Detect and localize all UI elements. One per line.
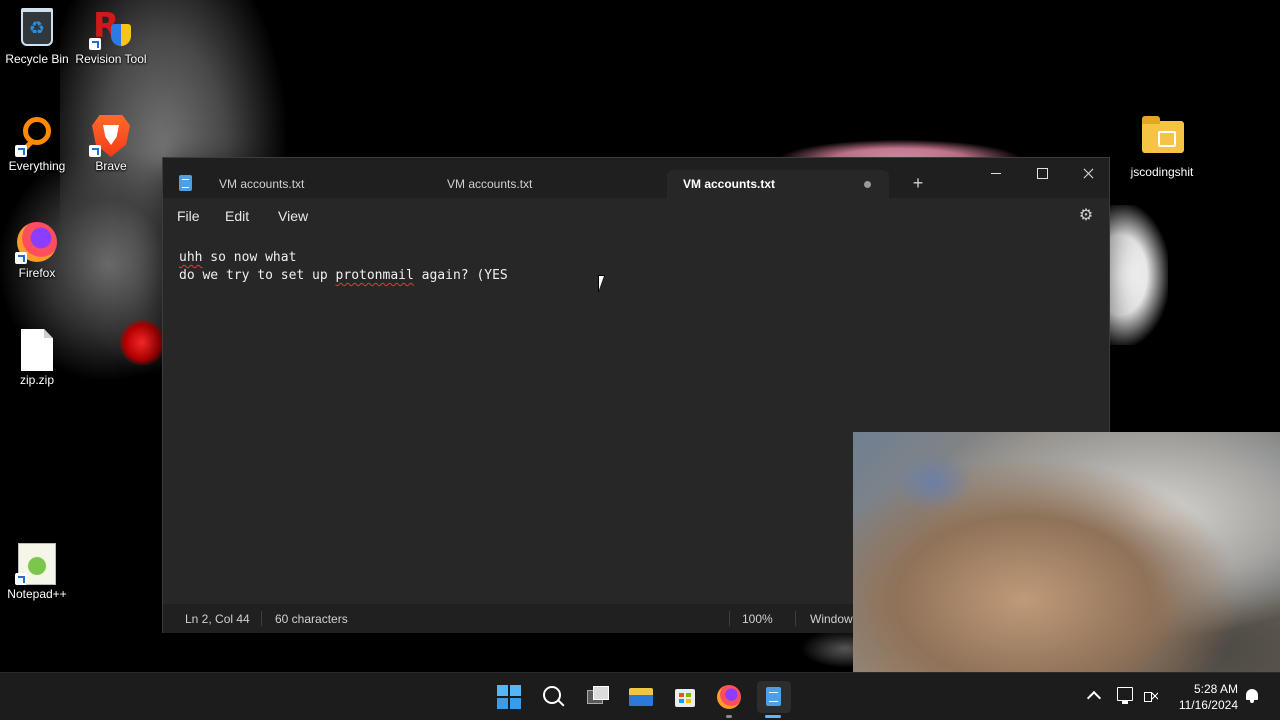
tab-label: VM accounts.txt <box>219 177 305 191</box>
tab-label: VM accounts.txt <box>447 177 533 191</box>
file-explorer-icon[interactable] <box>625 681 657 713</box>
shortcut-arrow-icon <box>89 145 101 157</box>
editor-line-1: uhh so now what <box>179 249 1093 267</box>
clock-time: 5:28 AM <box>1193 682 1238 696</box>
firefox-icon[interactable] <box>713 681 745 713</box>
desktop-icon-label: Recycle Bin <box>5 52 69 66</box>
brave-browser-icon <box>89 115 131 157</box>
chevron-up-icon[interactable] <box>1086 688 1102 704</box>
search-icon[interactable] <box>537 681 569 713</box>
clock[interactable]: 5:28 AM 11/16/2024 <box>1166 681 1238 713</box>
tab-label: VM accounts.txt <box>683 177 776 191</box>
notification-bell-icon[interactable] <box>1245 688 1259 704</box>
firefox-icon <box>15 222 57 264</box>
status-divider <box>795 611 796 626</box>
notepad-app-icon <box>179 175 192 191</box>
wallpaper-red-shape <box>120 320 165 365</box>
misspelled-word: protonmail <box>335 268 414 283</box>
close-button[interactable] <box>1065 158 1111 190</box>
desktop-icon-label: jscodingshit <box>1130 165 1194 179</box>
shortcut-arrow-icon <box>89 38 101 50</box>
desktop-icon-label: zip.zip <box>19 373 54 387</box>
desktop-icon-brave[interactable]: Brave <box>71 115 151 174</box>
running-indicator <box>726 715 732 718</box>
desktop-icon-revision-tool[interactable]: R Revision Tool <box>71 6 151 67</box>
shortcut-arrow-icon <box>15 573 27 585</box>
desktop-icon-notepad-plus-plus[interactable]: Notepad++ <box>0 543 77 602</box>
zoom-level[interactable]: 100% <box>742 612 773 626</box>
revision-tool-icon: R <box>89 6 131 50</box>
menu-bar: File Edit View ⚙ <box>163 198 1109 234</box>
file-icon <box>17 329 57 371</box>
editor-text: do we try to set up <box>179 268 336 283</box>
menu-view[interactable]: View <box>278 208 308 224</box>
everything-search-icon <box>15 115 57 157</box>
clock-date: 11/16/2024 <box>1178 698 1238 712</box>
editor-text: again? (YES <box>413 268 508 283</box>
recycle-bin-icon <box>17 8 57 48</box>
desktop-icon-label: Revision Tool <box>75 52 147 66</box>
desktop-icon-label: Everything <box>8 159 66 173</box>
microsoft-store-icon[interactable] <box>669 681 701 713</box>
folder-icon <box>1142 116 1184 161</box>
shortcut-arrow-icon <box>15 252 27 264</box>
desktop-icon-label: Notepad++ <box>7 587 67 601</box>
desktop-icon-zip[interactable]: zip.zip <box>0 329 77 388</box>
gear-icon[interactable]: ⚙ <box>1077 207 1095 225</box>
task-view-icon[interactable] <box>581 681 613 713</box>
desktop-icon-label: Firefox <box>18 266 56 280</box>
menu-edit[interactable]: Edit <box>225 208 249 224</box>
desktop-icon-firefox[interactable]: Firefox <box>0 222 77 281</box>
unsaved-dot-icon[interactable] <box>864 181 871 188</box>
status-divider <box>261 611 262 626</box>
editor-text: so now what <box>202 250 297 265</box>
tab-vm-accounts-active[interactable]: VM accounts.txt <box>667 170 889 198</box>
tab-vm-accounts-1[interactable]: VM accounts.txt <box>203 170 431 198</box>
volume-muted-icon[interactable] <box>1143 688 1159 704</box>
minimize-button[interactable] <box>973 158 1019 190</box>
webcam-overlay <box>853 432 1280 672</box>
taskbar: 5:28 AM 11/16/2024 <box>0 672 1280 720</box>
notepad-plus-plus-icon <box>15 543 57 585</box>
windows-start-icon[interactable] <box>493 681 525 713</box>
notepad-icon[interactable] <box>757 681 791 713</box>
desktop-icon-recycle-bin[interactable]: Recycle Bin <box>0 8 77 67</box>
desktop-icon-everything[interactable]: Everything <box>0 115 77 174</box>
status-divider <box>729 611 730 626</box>
desktop-icon-label: Brave <box>95 159 127 173</box>
desktop-icon-jscodingshit[interactable]: jscodingshit <box>1122 115 1202 180</box>
line-ending[interactable]: Window <box>810 612 853 626</box>
character-count: 60 characters <box>275 612 348 626</box>
cursor-position[interactable]: Ln 2, Col 44 <box>185 612 250 626</box>
tab-vm-accounts-2[interactable]: VM accounts.txt <box>431 170 659 198</box>
new-tab-button[interactable]: + <box>907 172 929 194</box>
mouse-cursor-icon <box>598 275 612 293</box>
network-icon[interactable] <box>1117 687 1133 704</box>
wallpaper-white-shape <box>1108 205 1168 345</box>
maximize-button[interactable] <box>1019 158 1065 190</box>
shortcut-arrow-icon <box>15 145 27 157</box>
notepad-titlebar[interactable]: VM accounts.txt VM accounts.txt VM accou… <box>163 158 1109 198</box>
menu-file[interactable]: File <box>177 208 200 224</box>
editor-line-2: do we try to set up protonmail again? (Y… <box>179 267 1093 285</box>
misspelled-word: uhh <box>179 250 203 265</box>
active-indicator <box>765 715 781 718</box>
